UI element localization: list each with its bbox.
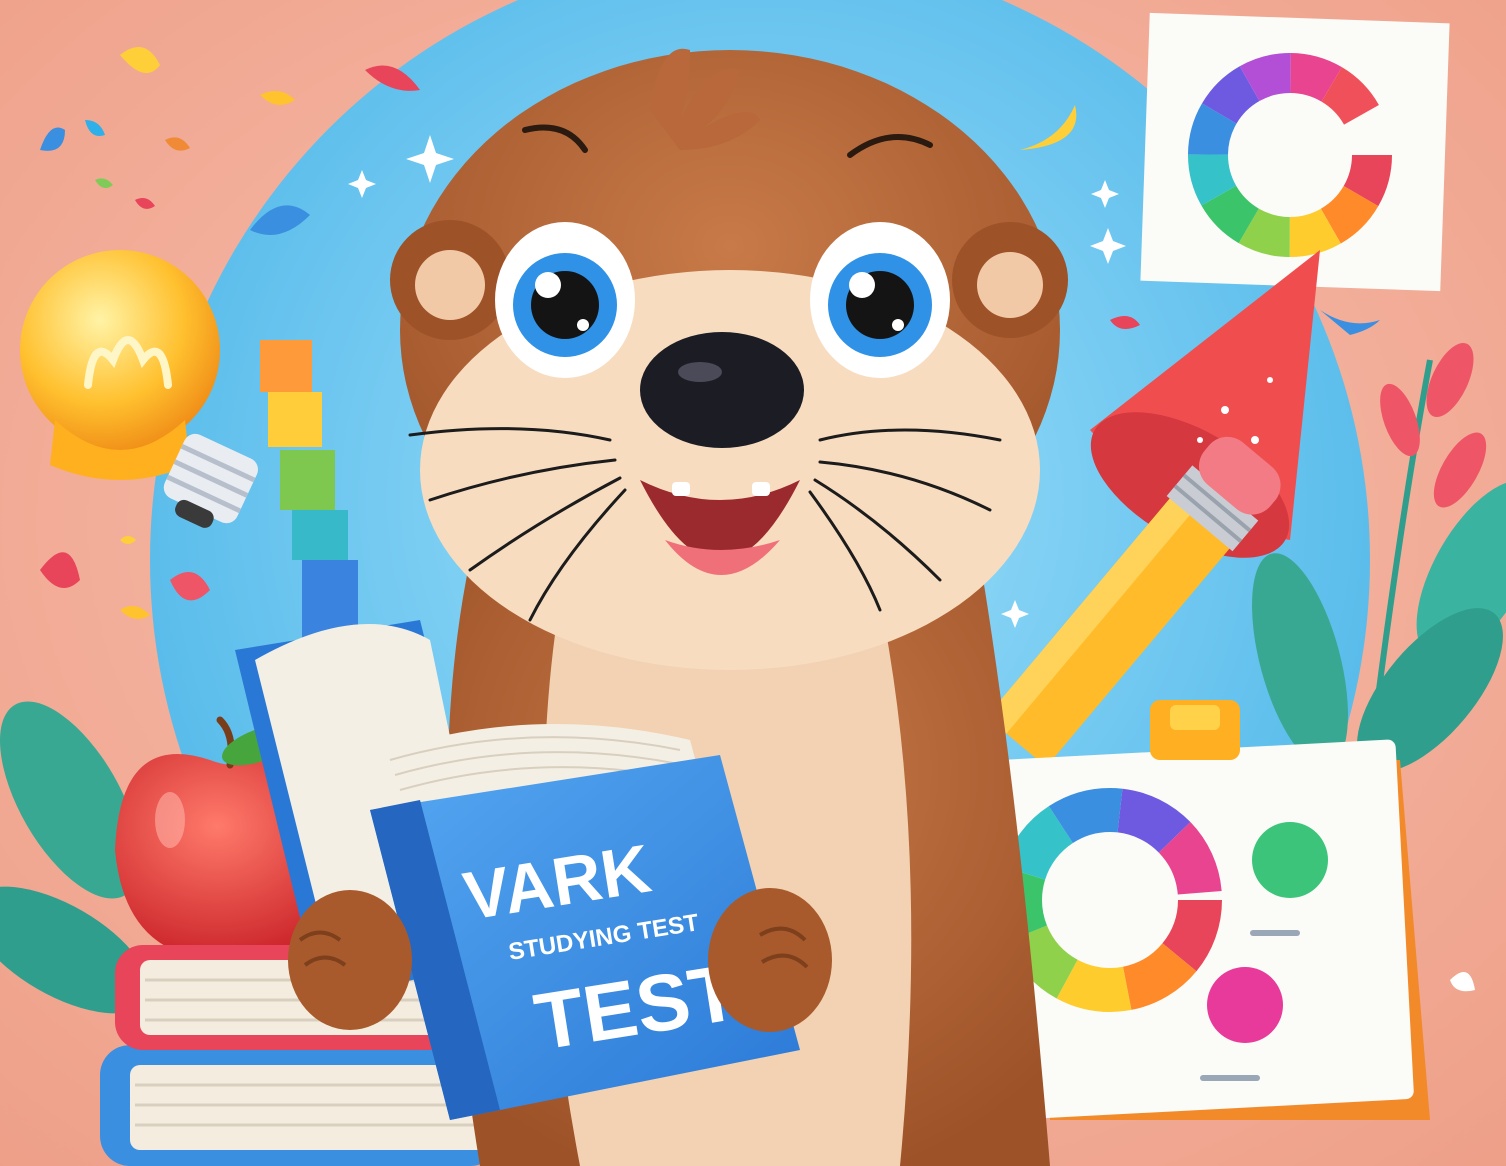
color-wheel-card — [1140, 12, 1450, 292]
clipboard-chart — [976, 700, 1430, 1121]
otter-illustration: VARK STUDYING TEST TEST — [0, 0, 1506, 1166]
illustration-canvas: VARK STUDYING TEST TEST — [0, 0, 1506, 1166]
